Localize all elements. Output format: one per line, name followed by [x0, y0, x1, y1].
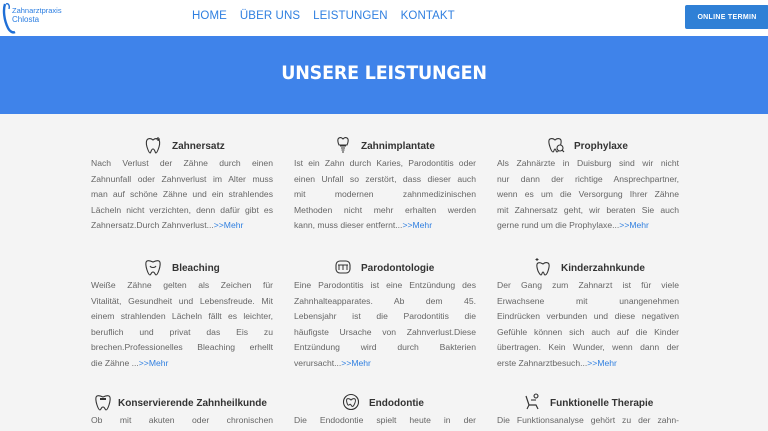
service-title[interactable]: Zahnimplantate — [361, 141, 435, 152]
nav-leistungen[interactable]: LEISTUNGEN — [313, 10, 388, 22]
description-line: kann, muss dieser entfernt...>>Mehr — [294, 220, 433, 231]
service-description: Ist ein Zahn durch Karies, Parodontitis … — [294, 156, 476, 234]
service-card: Funktionelle Therapie Die Funktionsanalys… — [497, 393, 679, 429]
service-header: Parodontologie — [294, 258, 476, 278]
description-line: Als Zahnärzte in Duisburg sind wir nicht — [497, 158, 679, 168]
root-canal-icon — [342, 393, 360, 411]
description-line: Gefühle können sich auch auf die Kinder — [497, 326, 679, 337]
description-line: Zahnhalteapparates. Ab dem 45. — [294, 295, 476, 306]
page-banner: UNSERE LEISTUNGEN — [0, 36, 768, 114]
service-description: Nach Verlust der Zähne durch einen Zahnun… — [91, 156, 273, 234]
service-header: Zahnersatz — [91, 136, 273, 156]
description-line: gerne rund um die Prophylaxe...>>Mehr — [497, 220, 649, 231]
service-card: Endodontie Die Endodontie spielt heute in… — [294, 393, 476, 429]
tooth-implant-icon — [337, 137, 349, 153]
service-card: Kinderzahnkunde Der Gang zum Zahnarzt ist… — [497, 258, 679, 372]
logo-line-1: Zahnarztpraxis — [12, 6, 62, 15]
description-line: einen Unfall so zerstört, dass dieser au… — [294, 173, 476, 184]
description-line: die Zähne ...>>Mehr — [91, 357, 169, 368]
service-header: Endodontie — [294, 393, 476, 413]
description-line: häufigste Ursache von Zahnverlust.Diese — [294, 326, 476, 337]
description-line: Die Funktionsanalyse gehört zu der zahn- — [497, 415, 679, 425]
description-line: Vitalität, Gesundheit und Lebensfreude. … — [91, 295, 273, 306]
service-description: Die Funktionsanalyse gehört zu der zahn- — [497, 413, 679, 429]
description-line: einem strahlenden Lächeln fällt es leich… — [91, 311, 273, 322]
site-header: Zahnarztpraxis Chlosta HOME ÜBER UNS LEI… — [0, 0, 768, 36]
nav-kontakt[interactable]: KONTAKT — [401, 10, 455, 22]
logo-line-2: Chlosta — [12, 15, 40, 24]
main-nav: HOME ÜBER UNS LEISTUNGEN KONTAKT — [192, 10, 455, 22]
mehr-link[interactable]: >>Mehr — [341, 358, 371, 368]
service-title[interactable]: Prophylaxe — [574, 141, 628, 152]
description-line: mit Zahnersatz geht, wir beraten Sie auc… — [497, 204, 679, 215]
description-line: Entzündung wird durch Bakterien — [294, 342, 476, 353]
service-header: Kinderzahnkunde — [497, 258, 679, 278]
description-line: Ist ein Zahn durch Karies, Parodontitis … — [294, 158, 476, 168]
mehr-link[interactable]: >>Mehr — [214, 220, 244, 230]
description-line: man auf schöne Zähne und ein strahlendes — [91, 189, 273, 200]
service-description: Die Endodontie spielt heute in der — [294, 413, 476, 429]
service-description: Ob mit akuten oder chronischen — [91, 413, 273, 429]
mehr-link[interactable]: >>Mehr — [619, 220, 649, 230]
service-description: Der Gang zum Zahnarzt ist für viele Erwac… — [497, 278, 679, 372]
logo[interactable]: Zahnarztpraxis Chlosta — [2, 2, 62, 34]
service-title[interactable]: Konservierende Zahnheilkunde — [118, 398, 267, 409]
service-title[interactable]: Bleaching — [172, 263, 220, 274]
service-title[interactable]: Zahnersatz — [172, 141, 225, 152]
description-line: Zahnunfall oder Zahnverlust im Alter mus… — [91, 173, 273, 184]
service-title[interactable]: Parodontologie — [361, 263, 434, 274]
mehr-link[interactable]: >>Mehr — [402, 220, 432, 230]
online-termin-button[interactable]: ONLINE TERMIN — [685, 5, 768, 29]
service-card: Zahnimplantate Ist ein Zahn durch Karies,… — [294, 136, 476, 234]
dental-chair-icon — [525, 393, 539, 410]
description-line: Ob mit akuten oder chronischen — [91, 415, 273, 425]
mehr-link[interactable]: >>Mehr — [587, 358, 617, 368]
service-card: Prophylaxe Als Zahnärzte in Duisburg sind… — [497, 136, 679, 234]
service-header: Prophylaxe — [497, 136, 679, 156]
description-line: nur dann der richtige Ansprechpartner, — [497, 173, 679, 184]
tooth-search-icon — [548, 138, 565, 153]
description-line: Lebensjahr ist die Parodontitis die — [294, 311, 476, 322]
description-line: Nach Verlust der Zähne durch einen — [91, 158, 273, 168]
description-line: wenn es um die Versorgung Ihrer Zähne — [497, 189, 679, 200]
page-title: UNSERE LEISTUNGEN — [281, 62, 487, 84]
service-header: Funktionelle Therapie — [497, 393, 679, 413]
service-title[interactable]: Funktionelle Therapie — [550, 398, 653, 409]
description-line: verursacht...>>Mehr — [294, 357, 371, 368]
description-line: Methoden nicht mehr erhalten werden — [294, 204, 476, 215]
description-line: Eine Parodontitis ist eine Entzündung de… — [294, 280, 476, 290]
tooth-smile-icon — [145, 260, 161, 276]
nav-home[interactable]: HOME — [192, 10, 227, 22]
mehr-link[interactable]: >>Mehr — [139, 358, 169, 368]
description-line: Erwachsene mit unangenehmen — [497, 295, 679, 306]
service-header: Konservierende Zahnheilkunde — [91, 393, 273, 413]
service-header: Bleaching — [91, 258, 273, 278]
service-description: Als Zahnärzte in Duisburg sind wir nicht… — [497, 156, 679, 234]
service-card: Zahnersatz Nach Verlust der Zähne durch e… — [91, 136, 273, 234]
implant-plus-tooth-icon — [145, 137, 161, 154]
gum-icon — [335, 260, 351, 274]
service-title[interactable]: Endodontie — [369, 398, 424, 409]
description-line: Lächeln nicht verzichten, denn dafür gib… — [91, 204, 273, 215]
description-line: Die Endodontie spielt heute in der — [294, 415, 476, 425]
service-card: Bleaching Weiße Zähne gelten als Zeichen … — [91, 258, 273, 372]
tooth-filling-icon — [95, 395, 111, 411]
service-card: Parodontologie Eine Parodontitis ist eine… — [294, 258, 476, 372]
description-line: Eindrücken verbunden und diese negativen — [497, 311, 679, 322]
description-line: beruflich und privat das Eis zu — [91, 326, 273, 337]
service-header: Zahnimplantate — [294, 136, 476, 156]
service-title[interactable]: Kinderzahnkunde — [561, 263, 645, 274]
description-line: mit modernen zahnmedizinischen — [294, 189, 476, 200]
service-description: Eine Parodontitis ist eine Entzündung de… — [294, 278, 476, 372]
description-line: Zahnersatz.Durch Zahnverlust...>>Mehr — [91, 220, 244, 231]
nav-ueber-uns[interactable]: ÜBER UNS — [240, 10, 300, 22]
tooth-sparkle-icon — [535, 258, 550, 276]
description-line: brechen.Professionelles Bleaching erhell… — [91, 342, 273, 353]
service-card: Konservierende Zahnheilkunde Ob mit akute… — [91, 393, 273, 429]
service-description: Weiße Zähne gelten als Zeichen für Vitali… — [91, 278, 273, 372]
description-line: Weiße Zähne gelten als Zeichen für — [91, 280, 273, 290]
description-line: erste Zahnarztbesuch...>>Mehr — [497, 357, 617, 368]
description-line: übertragen. Kein Wunder, wenn dann der — [497, 342, 679, 353]
description-line: Der Gang zum Zahnarzt ist für viele — [497, 280, 679, 290]
